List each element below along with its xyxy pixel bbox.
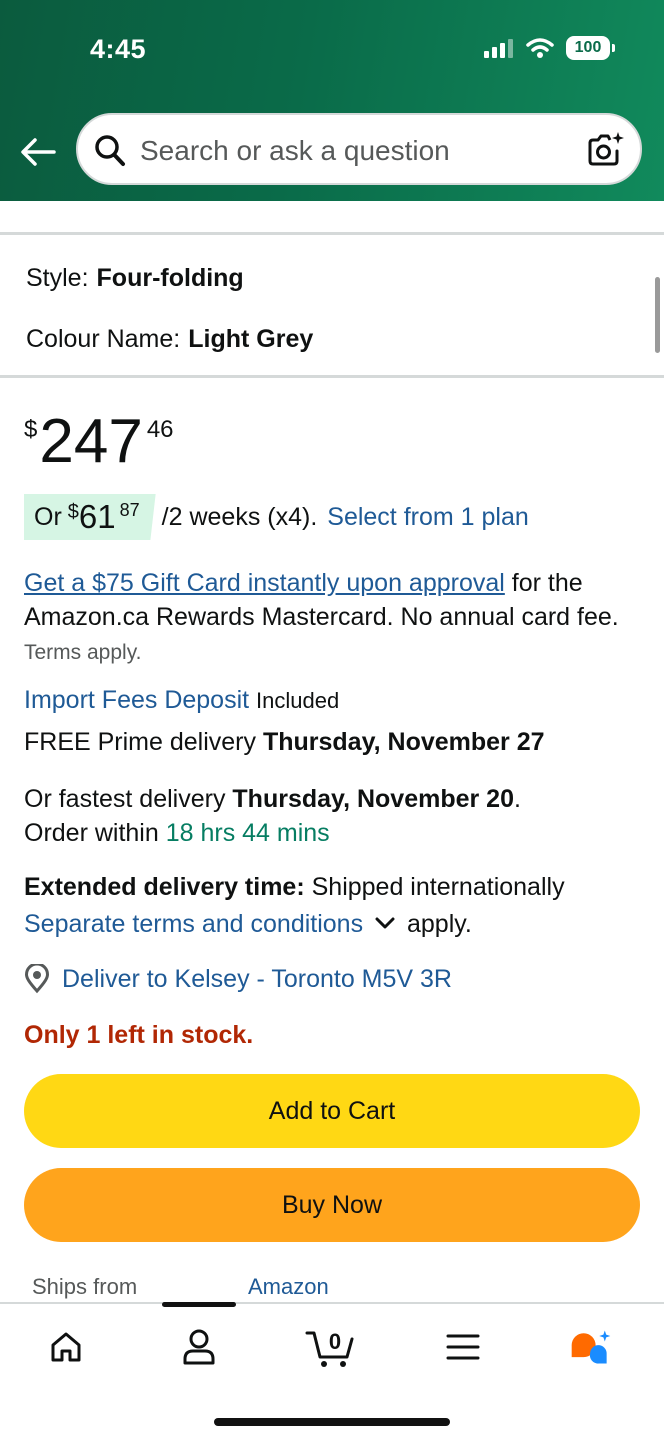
ships-from-value[interactable]: Amazon xyxy=(248,1274,329,1300)
credit-card-offer: Get a $75 Gift Card instantly upon appro… xyxy=(24,566,624,670)
import-fees-link[interactable]: Import Fees Deposit xyxy=(24,686,249,714)
price-fraction: 46 xyxy=(146,416,174,443)
deliver-to-row[interactable]: Deliver to Kelsey - Toronto M5V 3R xyxy=(24,964,452,994)
camera-search-icon[interactable] xyxy=(586,131,624,169)
active-tab-indicator xyxy=(162,1302,236,1307)
scrollbar[interactable] xyxy=(655,277,660,353)
search-icon xyxy=(95,135,125,166)
colour-label: Colour Name: xyxy=(26,325,181,353)
fastest-period: . xyxy=(514,785,521,813)
wifi-icon xyxy=(526,38,554,58)
home-indicator[interactable] xyxy=(214,1418,450,1426)
fastest-date: Thursday, November 20 xyxy=(232,785,514,813)
installment-fraction: 87 xyxy=(119,499,140,520)
bottom-nav: 0 xyxy=(0,1302,664,1440)
extended-label: Extended delivery time: xyxy=(24,873,305,901)
installment-period: /2 weeks (x4). xyxy=(161,502,318,531)
search-input[interactable] xyxy=(140,129,570,173)
installment-offer: Or $ 61 87 /2 weeks (x4). Select from 1 … xyxy=(24,494,529,540)
style-value: Four-folding xyxy=(96,264,244,292)
import-fees-status: Included xyxy=(256,688,340,713)
fastest-prefix: Or fastest delivery xyxy=(24,785,226,813)
price-whole: 247 xyxy=(39,407,143,476)
select-plan-link[interactable]: Select from 1 plan xyxy=(327,503,529,532)
stock-status: Only 1 left in stock. xyxy=(24,1021,254,1049)
style-label: Style: xyxy=(26,264,89,292)
menu-icon[interactable] xyxy=(440,1324,486,1370)
divider xyxy=(0,232,664,235)
rufus-assistant-icon[interactable] xyxy=(568,1324,614,1370)
installment-symbol: $ xyxy=(67,500,79,523)
deliver-to-address[interactable]: Deliver to Kelsey - Toronto M5V 3R xyxy=(62,965,452,994)
cart-icon[interactable]: 0 xyxy=(305,1324,357,1370)
chevron-down-icon[interactable] xyxy=(374,916,396,932)
gift-card-offer-link[interactable]: Get a $75 Gift Card instantly upon appro… xyxy=(24,569,505,597)
free-delivery-date: Thursday, November 27 xyxy=(262,728,545,756)
extended-text: Shipped internationally xyxy=(311,873,565,901)
back-arrow-icon[interactable] xyxy=(18,132,58,172)
terms-apply: Terms apply. xyxy=(24,641,142,664)
account-icon[interactable] xyxy=(176,1324,222,1370)
extended-delivery: Extended delivery time: Shipped internat… xyxy=(24,869,644,943)
status-time: 4:45 xyxy=(90,34,147,64)
product-price: $ 247 46 xyxy=(24,404,174,480)
app-header: 4:45 100 xyxy=(0,0,664,201)
free-delivery: FREE Prime delivery Thursday, November 2… xyxy=(24,728,545,757)
buy-now-button[interactable]: Buy Now xyxy=(24,1168,640,1242)
battery-icon: 100 xyxy=(566,36,615,60)
price-symbol: $ xyxy=(24,416,38,443)
divider xyxy=(0,375,664,378)
location-pin-icon xyxy=(24,964,50,994)
fastest-delivery: Or fastest delivery Thursday, November 2… xyxy=(24,782,521,850)
import-fees: Import Fees Deposit Included xyxy=(24,686,339,715)
installment-badge: Or $ 61 87 xyxy=(24,494,156,540)
cart-count: 0 xyxy=(329,1329,341,1354)
colour-value: Light Grey xyxy=(188,325,314,353)
delivery-countdown: 18 hrs 44 mins xyxy=(165,819,330,847)
colour-variation: Colour Name: Light Grey xyxy=(26,325,313,354)
free-delivery-prefix: FREE Prime delivery xyxy=(24,728,256,756)
status-icons: 100 xyxy=(484,36,615,60)
add-to-cart-button[interactable]: Add to Cart xyxy=(24,1074,640,1148)
extended-apply: apply. xyxy=(407,910,472,938)
separate-terms-link[interactable]: Separate terms and conditions xyxy=(24,910,363,938)
cellular-signal-icon xyxy=(484,39,513,58)
home-icon[interactable] xyxy=(43,1324,89,1370)
order-within: Order within xyxy=(24,819,159,847)
style-variation: Style: Four-folding xyxy=(26,264,244,293)
ships-from-label: Ships from xyxy=(32,1274,138,1299)
installment-or: Or xyxy=(34,502,62,531)
search-bar[interactable] xyxy=(76,113,642,185)
installment-whole: 61 xyxy=(78,498,116,535)
